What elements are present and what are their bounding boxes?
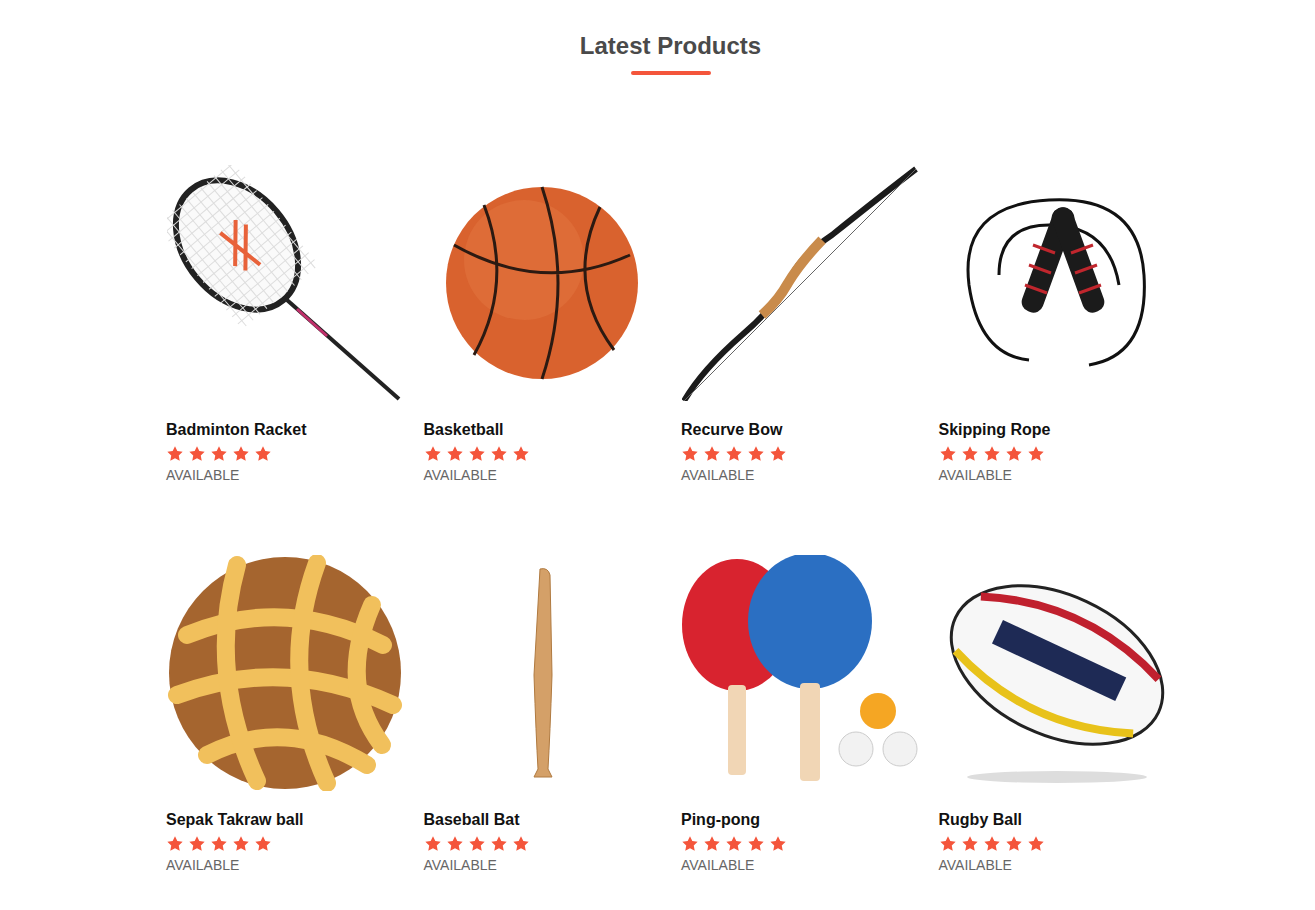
- star-icon: [512, 445, 530, 463]
- product-card[interactable]: Basketball AVAILABLE: [424, 163, 662, 485]
- star-icon: [254, 445, 272, 463]
- product-image[interactable]: [681, 163, 919, 403]
- bat-image: [424, 555, 660, 791]
- star-icon: [424, 445, 442, 463]
- product-image[interactable]: [166, 553, 404, 793]
- star-icon: [939, 835, 957, 853]
- product-name[interactable]: Skipping Rope: [939, 419, 1177, 441]
- bow-image: [682, 165, 918, 401]
- section-title: Latest Products: [580, 30, 761, 62]
- availability-label: AVAILABLE: [424, 855, 662, 875]
- rating-stars: [424, 445, 662, 463]
- star-icon: [769, 835, 787, 853]
- star-icon: [725, 835, 743, 853]
- product-card[interactable]: Ping-pong AVAILABLE: [681, 553, 919, 875]
- availability-label: AVAILABLE: [681, 465, 919, 485]
- rating-stars: [681, 445, 919, 463]
- product-grid: Badminton Racket AVAILABLE Basketball AVAIL…: [166, 163, 1176, 875]
- star-icon: [747, 835, 765, 853]
- star-icon: [983, 445, 1001, 463]
- product-image[interactable]: [166, 163, 404, 403]
- product-image[interactable]: [939, 163, 1177, 403]
- star-icon: [232, 835, 250, 853]
- product-image[interactable]: [424, 553, 662, 793]
- star-icon: [254, 835, 272, 853]
- star-icon: [468, 445, 486, 463]
- star-icon: [166, 835, 184, 853]
- section-header: Latest Products: [0, 30, 1315, 75]
- star-icon: [1027, 835, 1045, 853]
- product-name[interactable]: Rugby Ball: [939, 809, 1177, 831]
- star-icon: [725, 445, 743, 463]
- star-icon: [166, 445, 184, 463]
- racket-image: [167, 165, 403, 401]
- star-icon: [1005, 835, 1023, 853]
- star-icon: [188, 835, 206, 853]
- star-icon: [512, 835, 530, 853]
- product-name[interactable]: Recurve Bow: [681, 419, 919, 441]
- availability-label: AVAILABLE: [166, 855, 404, 875]
- star-icon: [232, 445, 250, 463]
- pingpong-image: [682, 555, 918, 791]
- product-card[interactable]: Rugby Ball AVAILABLE: [939, 553, 1177, 875]
- availability-label: AVAILABLE: [424, 465, 662, 485]
- availability-label: AVAILABLE: [939, 855, 1177, 875]
- star-icon: [424, 835, 442, 853]
- star-icon: [769, 445, 787, 463]
- basketball-image: [424, 165, 660, 401]
- star-icon: [983, 835, 1001, 853]
- star-icon: [1027, 445, 1045, 463]
- title-underline: [631, 71, 711, 75]
- star-icon: [703, 835, 721, 853]
- star-icon: [1005, 445, 1023, 463]
- availability-label: AVAILABLE: [681, 855, 919, 875]
- star-icon: [681, 445, 699, 463]
- star-icon: [961, 445, 979, 463]
- availability-label: AVAILABLE: [166, 465, 404, 485]
- product-image[interactable]: [939, 553, 1177, 793]
- product-name[interactable]: Baseball Bat: [424, 809, 662, 831]
- product-card[interactable]: Sepak Takraw ball AVAILABLE: [166, 553, 404, 875]
- rating-stars: [424, 835, 662, 853]
- product-card[interactable]: Recurve Bow AVAILABLE: [681, 163, 919, 485]
- star-icon: [188, 445, 206, 463]
- rating-stars: [681, 835, 919, 853]
- product-name[interactable]: Ping-pong: [681, 809, 919, 831]
- product-image[interactable]: [424, 163, 662, 403]
- star-icon: [446, 835, 464, 853]
- product-image[interactable]: [681, 553, 919, 793]
- star-icon: [210, 835, 228, 853]
- star-icon: [468, 835, 486, 853]
- rating-stars: [166, 445, 404, 463]
- product-card[interactable]: Baseball Bat AVAILABLE: [424, 553, 662, 875]
- star-icon: [490, 835, 508, 853]
- availability-label: AVAILABLE: [939, 465, 1177, 485]
- rugby-ball-image: [939, 555, 1175, 791]
- star-icon: [703, 445, 721, 463]
- product-name[interactable]: Basketball: [424, 419, 662, 441]
- rating-stars: [939, 835, 1177, 853]
- star-icon: [490, 445, 508, 463]
- takraw-image: [167, 555, 403, 791]
- star-icon: [210, 445, 228, 463]
- product-name[interactable]: Badminton Racket: [166, 419, 404, 441]
- product-card[interactable]: Badminton Racket AVAILABLE: [166, 163, 404, 485]
- product-card[interactable]: Skipping Rope AVAILABLE: [939, 163, 1177, 485]
- rating-stars: [166, 835, 404, 853]
- product-name[interactable]: Sepak Takraw ball: [166, 809, 404, 831]
- star-icon: [446, 445, 464, 463]
- star-icon: [939, 445, 957, 463]
- star-icon: [681, 835, 699, 853]
- star-icon: [747, 445, 765, 463]
- rating-stars: [939, 445, 1177, 463]
- star-icon: [961, 835, 979, 853]
- rope-image: [939, 165, 1175, 401]
